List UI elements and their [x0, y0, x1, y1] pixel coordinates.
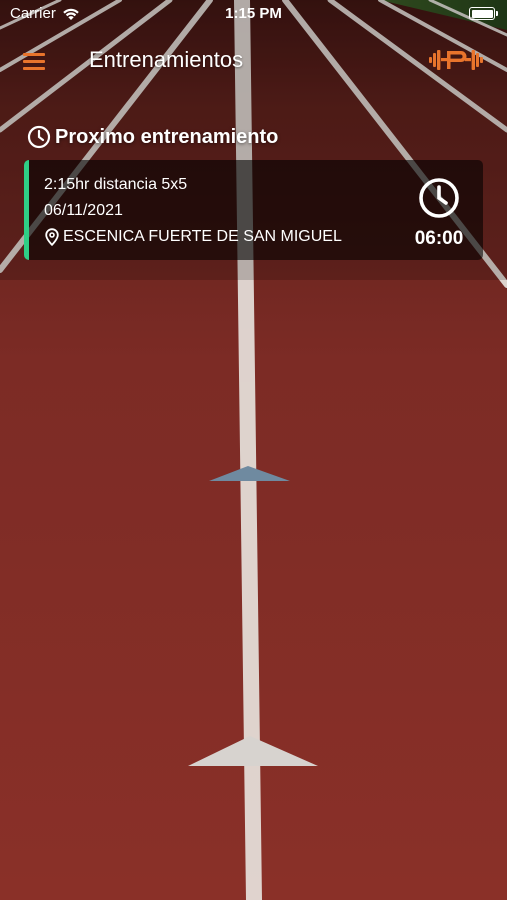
next-training-card[interactable]: 2:15hr distancia 5x5 06/11/2021 ESCENICA… [24, 160, 483, 260]
training-date: 06/11/2021 [44, 202, 123, 219]
section-title: Proximo entrenamiento [55, 125, 279, 148]
training-time-block: 06:00 [409, 177, 469, 250]
hamburger-menu-icon[interactable] [20, 50, 50, 72]
battery-icon [469, 7, 498, 20]
location-pin-icon [45, 228, 59, 246]
clock-icon [27, 125, 51, 149]
barbell-logo-icon [429, 50, 483, 70]
navigation-bar: Entrenamientos [0, 40, 507, 84]
training-location-text: ESCENICA FUERTE DE SAN MIGUEL [63, 228, 342, 245]
training-name: 2:15hr distancia 5x5 [44, 176, 188, 193]
status-time: 1:15 PM [225, 5, 282, 22]
training-location: ESCENICA FUERTE DE SAN MIGUEL [44, 224, 342, 250]
training-info: 2:15hr distancia 5x5 06/11/2021 ESCENICA… [44, 172, 342, 250]
training-time: 06:00 [414, 228, 464, 249]
clock-icon [419, 178, 459, 218]
status-bar: Carrier 1:15 PM [0, 0, 507, 28]
page-title: Entrenamientos [89, 47, 244, 72]
section-header: Proximo entrenamiento [27, 125, 278, 149]
